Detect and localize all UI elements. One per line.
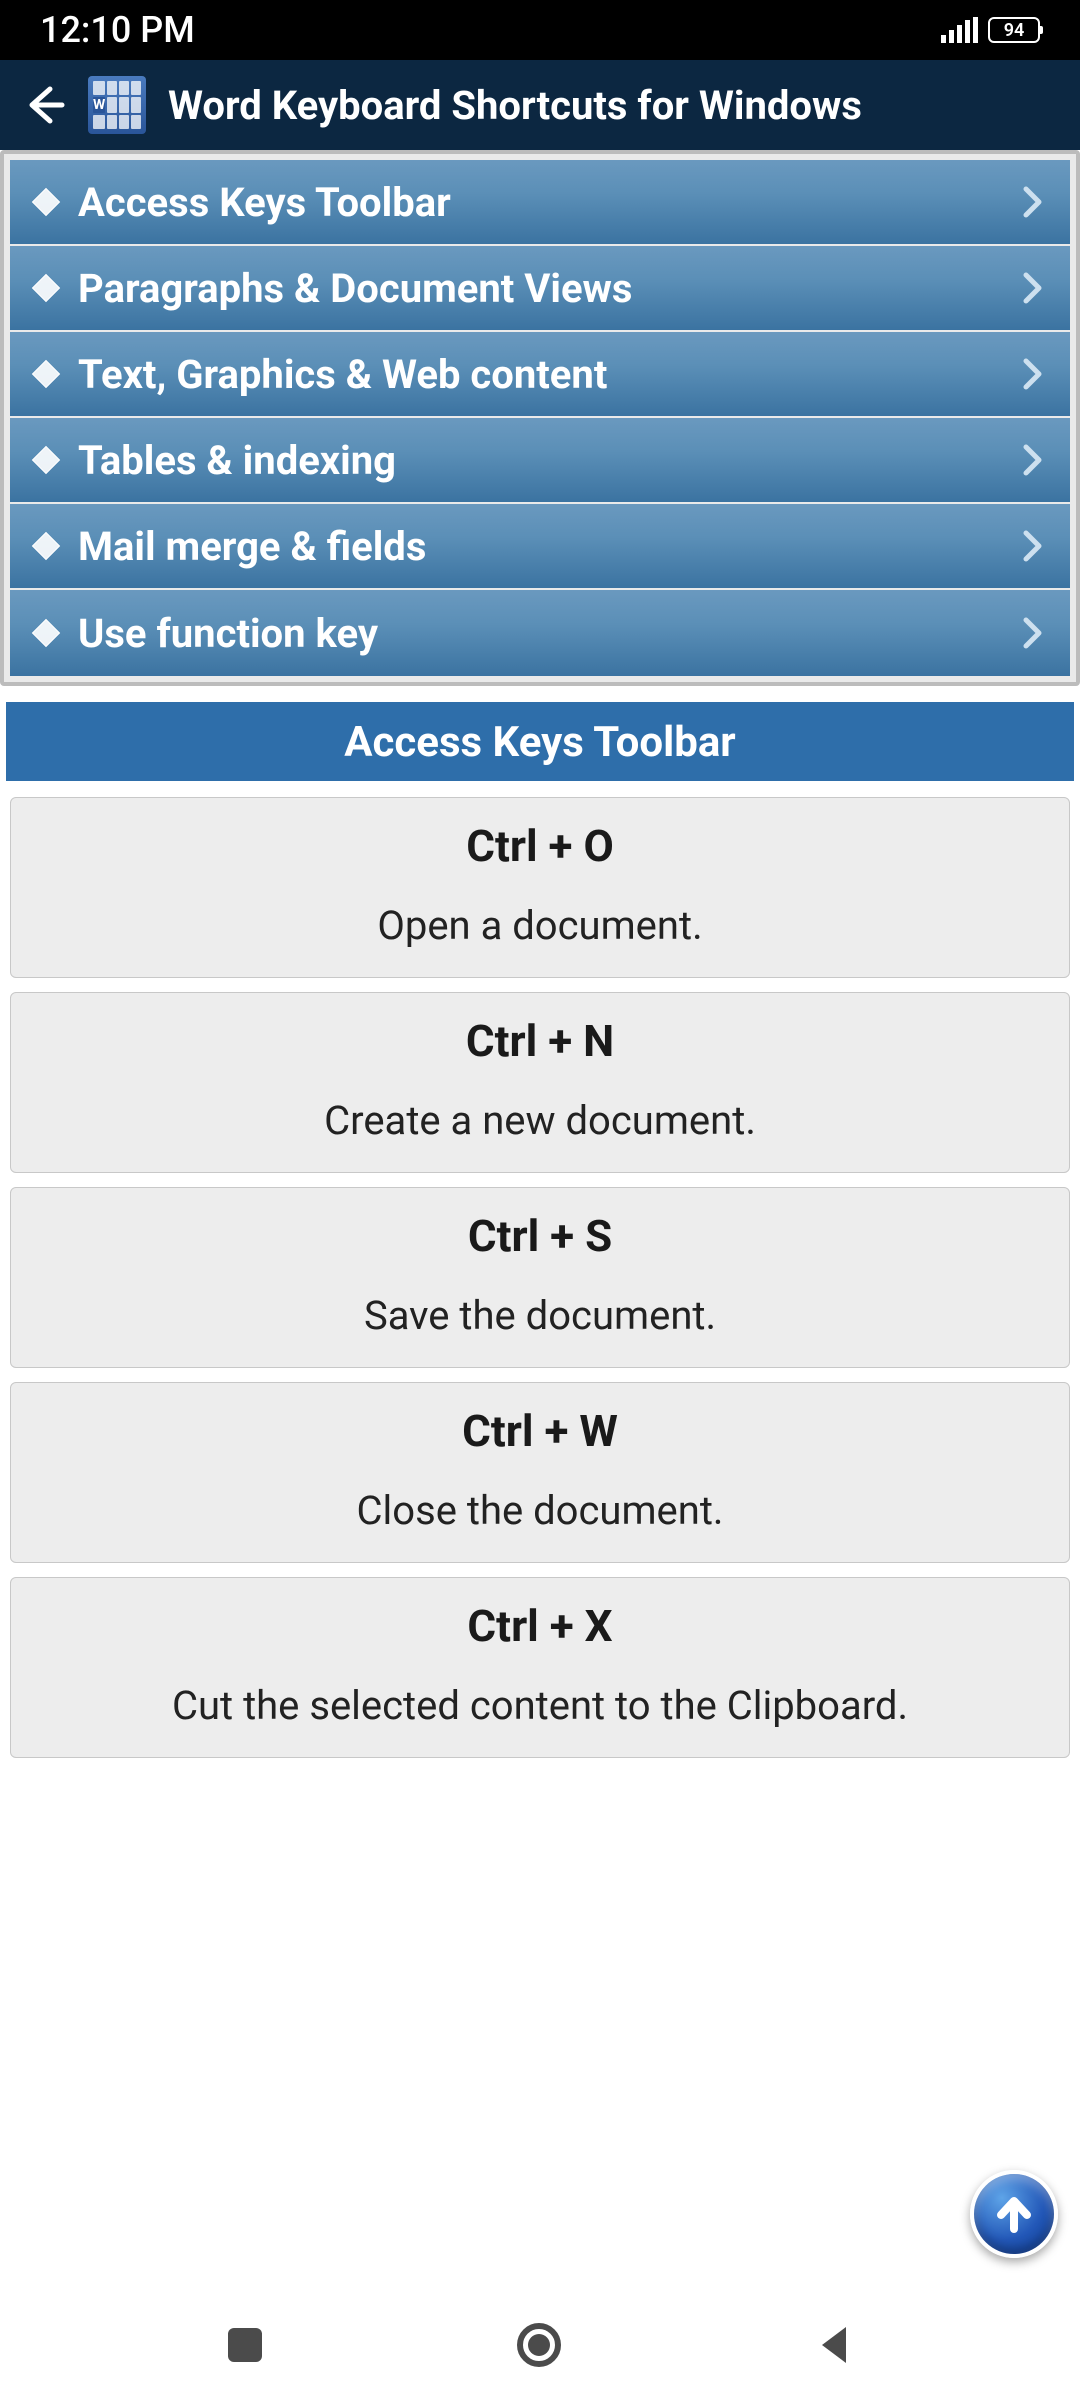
- app-title: Word Keyboard Shortcuts for Windows: [168, 82, 862, 129]
- diamond-icon: [32, 446, 60, 474]
- category-label: Use function key: [78, 610, 1022, 657]
- nav-back-button[interactable]: [816, 2325, 852, 2365]
- chevron-right-icon: [1022, 529, 1044, 563]
- shortcut-key: Ctrl + W: [23, 1405, 1057, 1457]
- category-label: Paragraphs & Document Views: [78, 265, 1022, 312]
- diamond-icon: [32, 619, 60, 647]
- shortcut-description: Create a new document.: [23, 1097, 1057, 1144]
- app-bar: W Word Keyboard Shortcuts for Windows: [0, 60, 1080, 150]
- category-list: Access Keys Toolbar Paragraphs & Document…: [10, 160, 1070, 676]
- chevron-right-icon: [1022, 616, 1044, 650]
- category-label: Access Keys Toolbar: [78, 179, 1022, 226]
- back-button[interactable]: [22, 83, 66, 127]
- category-label: Text, Graphics & Web content: [78, 351, 1022, 398]
- shortcut-card[interactable]: Ctrl + N Create a new document.: [10, 992, 1070, 1173]
- shortcut-description: Cut the selected content to the Clipboar…: [23, 1682, 1057, 1729]
- shortcut-key: Ctrl + N: [23, 1015, 1057, 1067]
- shortcut-list: Ctrl + O Open a document. Ctrl + N Create a…: [0, 797, 1080, 1758]
- category-label: Tables & indexing: [78, 437, 1022, 484]
- shortcut-card[interactable]: Ctrl + X Cut the selected content to the …: [10, 1577, 1070, 1758]
- shortcut-key: Ctrl + O: [23, 820, 1057, 872]
- category-item[interactable]: Tables & indexing: [10, 418, 1070, 504]
- category-list-frame: Access Keys Toolbar Paragraphs & Document…: [0, 150, 1080, 686]
- section-header: Access Keys Toolbar: [6, 702, 1074, 781]
- signal-icon: [941, 17, 978, 43]
- battery-indicator: 94: [988, 17, 1040, 43]
- nav-recent-button[interactable]: [228, 2328, 262, 2362]
- nav-bar: [0, 2290, 1080, 2400]
- category-item[interactable]: Use function key: [10, 590, 1070, 676]
- status-time: 12:10 PM: [40, 9, 195, 51]
- shortcut-card[interactable]: Ctrl + W Close the document.: [10, 1382, 1070, 1563]
- category-item[interactable]: Mail merge & fields: [10, 504, 1070, 590]
- nav-home-button[interactable]: [517, 2323, 561, 2367]
- category-item[interactable]: Access Keys Toolbar: [10, 160, 1070, 246]
- chevron-right-icon: [1022, 271, 1044, 305]
- status-bar: 12:10 PM 94: [0, 0, 1080, 60]
- shortcut-key: Ctrl + S: [23, 1210, 1057, 1262]
- diamond-icon: [32, 274, 60, 302]
- shortcut-description: Close the document.: [23, 1487, 1057, 1534]
- category-item[interactable]: Text, Graphics & Web content: [10, 332, 1070, 418]
- category-label: Mail merge & fields: [78, 523, 1022, 570]
- chevron-right-icon: [1022, 443, 1044, 477]
- category-item[interactable]: Paragraphs & Document Views: [10, 246, 1070, 332]
- status-right: 94: [941, 17, 1040, 43]
- chevron-right-icon: [1022, 185, 1044, 219]
- chevron-right-icon: [1022, 357, 1044, 391]
- shortcut-description: Save the document.: [23, 1292, 1057, 1339]
- app-icon: W: [88, 76, 146, 134]
- scroll-top-button[interactable]: [970, 2170, 1058, 2258]
- shortcut-card[interactable]: Ctrl + S Save the document.: [10, 1187, 1070, 1368]
- shortcut-card[interactable]: Ctrl + O Open a document.: [10, 797, 1070, 978]
- shortcut-description: Open a document.: [23, 902, 1057, 949]
- shortcut-key: Ctrl + X: [23, 1600, 1057, 1652]
- diamond-icon: [32, 188, 60, 216]
- arrow-up-icon: [991, 2191, 1037, 2237]
- diamond-icon: [32, 360, 60, 388]
- diamond-icon: [32, 532, 60, 560]
